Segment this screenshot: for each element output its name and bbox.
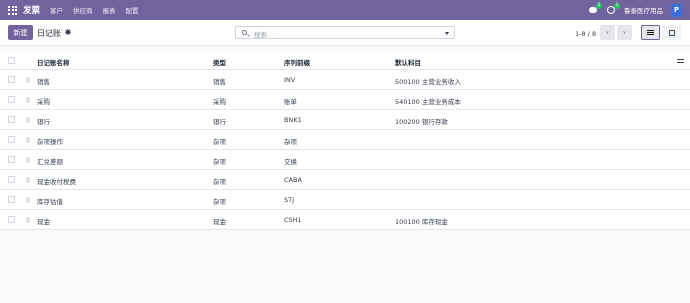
cell-name: 销售 — [37, 78, 50, 86]
cell-type: 现金 — [213, 218, 226, 226]
table-header: 日记账名称 类型 序列前缀 默认科目 — [0, 52, 690, 70]
cell-prefix: 杂项 — [284, 138, 297, 146]
pager-value[interactable]: 1-8 / 8 — [575, 30, 596, 38]
row-checkbox[interactable] — [8, 196, 15, 203]
cell-name: 现金 — [37, 218, 50, 226]
company-switcher[interactable]: 鲁泰医疗用品 — [624, 5, 663, 15]
search-placeholder: 搜索... — [254, 31, 274, 39]
breadcrumb: 日记账 — [37, 29, 61, 38]
cell-name: 采购 — [37, 98, 50, 106]
cell-name: 汇兑差额 — [37, 158, 63, 166]
activity-clock-icon[interactable]: 1 — [606, 2, 620, 15]
menu-item-vendors[interactable]: 供应商 — [73, 5, 93, 15]
cell-account: 500100 主营业务收入 — [395, 78, 461, 86]
cell-type: 杂项 — [213, 138, 226, 146]
cell-type: 杂项 — [213, 158, 226, 166]
cell-prefix: 账单 — [284, 98, 297, 106]
chat-icon[interactable]: 5 — [588, 2, 602, 15]
column-header-prefix[interactable]: 序列前缀 — [284, 57, 310, 67]
table-row[interactable]: 现金 现金 CSH1 100100 库存现金 — [0, 210, 690, 230]
search-input[interactable]: 搜索... — [235, 26, 455, 39]
row-checkbox[interactable] — [8, 136, 15, 143]
search-options-toggle-icon[interactable] — [445, 32, 449, 35]
column-header-type[interactable]: 类型 — [213, 57, 226, 67]
pager-next-button[interactable]: › — [617, 25, 632, 40]
table-row[interactable]: 现金收付税费 杂项 CABA — [0, 170, 690, 190]
drag-handle-icon[interactable] — [26, 197, 30, 203]
user-avatar[interactable]: P — [671, 3, 682, 17]
top-navbar: 发票 客户 供应商 报表 配置 5 1 鲁泰医疗用品 P — [0, 0, 690, 20]
cell-prefix: BNK1 — [284, 116, 302, 124]
cell-prefix: CABA — [284, 176, 302, 184]
chat-badge: 5 — [596, 2, 602, 9]
menu-item-customers[interactable]: 客户 — [50, 5, 63, 15]
gear-icon[interactable] — [65, 29, 71, 35]
cell-type: 银行 — [213, 118, 226, 126]
search-icon — [242, 30, 247, 35]
cell-prefix: 交换 — [284, 158, 297, 166]
cell-name: 现金收付税费 — [37, 178, 76, 186]
activity-badge: 1 — [614, 2, 620, 9]
main-menu: 客户 供应商 报表 配置 — [50, 5, 139, 15]
apps-menu-icon[interactable] — [8, 5, 17, 15]
navbar-right: 5 1 鲁泰医疗用品 P — [588, 2, 682, 17]
cell-type: 采购 — [213, 98, 226, 106]
cell-type: 杂项 — [213, 198, 226, 206]
column-header-name[interactable]: 日记账名称 — [37, 57, 70, 67]
drag-handle-icon[interactable] — [26, 137, 30, 143]
list-view-button[interactable] — [641, 25, 660, 40]
column-header-account[interactable]: 默认科目 — [395, 57, 421, 67]
menu-item-reporting[interactable]: 报表 — [103, 5, 116, 15]
drag-handle-icon[interactable] — [26, 157, 30, 163]
row-checkbox[interactable] — [8, 116, 15, 123]
select-all-checkbox[interactable] — [8, 57, 15, 64]
cell-name: 杂项操作 — [37, 138, 63, 146]
cell-type: 杂项 — [213, 178, 226, 186]
table-row[interactable]: 采购 采购 账单 540100 主营业务成本 — [0, 90, 690, 110]
journals-table: 日记账名称 类型 序列前缀 默认科目 销售 销售 INV 500100 主营业务… — [0, 52, 690, 230]
table-row[interactable]: 销售 销售 INV 500100 主营业务收入 — [0, 70, 690, 90]
row-checkbox[interactable] — [8, 156, 15, 163]
cell-prefix: STJ — [284, 196, 295, 204]
cell-type: 销售 — [213, 78, 226, 86]
drag-handle-icon[interactable] — [26, 177, 30, 183]
table-row[interactable]: 汇兑差额 杂项 交换 — [0, 150, 690, 170]
new-button[interactable]: 新建 — [8, 25, 33, 40]
pager-previous-button[interactable]: ‹ — [600, 25, 615, 40]
optional-columns-icon[interactable] — [677, 57, 684, 64]
kanban-view-icon — [668, 29, 675, 36]
cell-prefix: CSH1 — [284, 216, 302, 224]
table-row[interactable]: 银行 银行 BNK1 100200 银行存款 — [0, 110, 690, 130]
control-panel: 新建 日记账 搜索... 1-8 / 8 ‹ › — [0, 20, 690, 46]
drag-handle-icon[interactable] — [26, 77, 30, 83]
cell-name: 银行 — [37, 118, 50, 126]
row-checkbox[interactable] — [8, 76, 15, 83]
list-view-icon — [647, 30, 654, 35]
cell-account: 540100 主营业务成本 — [395, 98, 461, 106]
cell-prefix: INV — [284, 76, 296, 84]
cell-account: 100100 库存现金 — [395, 218, 448, 226]
app-title[interactable]: 发票 — [23, 4, 40, 16]
cell-name: 库存估值 — [37, 198, 63, 206]
table-row[interactable]: 杂项操作 杂项 杂项 — [0, 130, 690, 150]
table-row[interactable]: 库存估值 杂项 STJ — [0, 190, 690, 210]
row-checkbox[interactable] — [8, 96, 15, 103]
drag-handle-icon[interactable] — [26, 97, 30, 103]
cell-account: 100200 银行存款 — [395, 118, 448, 126]
drag-handle-icon[interactable] — [26, 217, 30, 223]
kanban-view-button[interactable] — [662, 25, 681, 40]
drag-handle-icon[interactable] — [26, 117, 30, 123]
row-checkbox[interactable] — [8, 176, 15, 183]
menu-item-configuration[interactable]: 配置 — [126, 5, 139, 15]
row-checkbox[interactable] — [8, 216, 15, 223]
